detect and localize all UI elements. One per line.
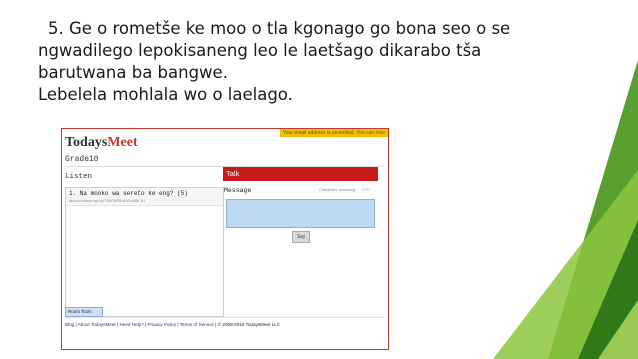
footer-copyright: © 2008-2015 TodaysMeet LLC — [217, 322, 281, 327]
footer-separator: | — [177, 322, 179, 327]
footer-separator: | — [215, 322, 217, 327]
message-input[interactable] — [226, 199, 375, 228]
slide-instruction-text: 5. Ge o rometše ke moo o tla kgonago go … — [38, 18, 558, 106]
instruction-line-2: ngwadilego lepokisaneng leo le laetšago … — [38, 41, 482, 60]
instruction-line-1: 5. Ge o rometše ke moo o tla kgonago go … — [48, 19, 511, 38]
room-tools-button[interactable]: Room Tools — [65, 307, 103, 317]
footer-divider — [65, 317, 385, 318]
logo-text-meet: Meet — [107, 135, 138, 150]
footer-link-blog[interactable]: Blog — [65, 322, 74, 327]
todaysmeet-screenshot: Your email address is unverified. You ca… — [61, 128, 389, 350]
room-tools-label: Room Tools — [68, 309, 92, 314]
room-name: Grade10 — [65, 155, 99, 164]
footer-separator: | — [116, 322, 119, 327]
instruction-line-3: barutwana ba bangwe. — [38, 63, 228, 82]
footer-link-about[interactable]: About TodaysMeet — [78, 322, 116, 327]
unverified-email-banner[interactable]: Your email address is unverified. You ca… — [279, 129, 388, 137]
talk-header: Talk — [223, 167, 378, 181]
footer-link-privacy[interactable]: Privacy Policy — [147, 322, 176, 327]
instruction-line-4: Lebelela mohlala wo o laelago. — [38, 85, 293, 104]
logo-text-todays: Todays — [65, 135, 108, 150]
footer-separator: | — [75, 322, 77, 327]
listen-message-list[interactable]: 1. Na mooko wa sereto ke eng? (5) about … — [65, 187, 224, 317]
todaysmeet-logo[interactable]: TodaysMeet — [65, 135, 138, 151]
characters-remaining-count: 140 — [362, 187, 370, 192]
message-text: 1. Na mooko wa sereto ke eng? (5) — [69, 190, 188, 197]
listen-heading: Listen — [65, 173, 93, 181]
message-meta: about a minute ago by TEACHER-MACHABE RJ — [69, 199, 145, 203]
say-button[interactable]: Say — [292, 231, 310, 243]
footer-links: Blog | About TodaysMeet | Need Help? | P… — [65, 322, 280, 327]
footer-link-terms[interactable]: Terms of Service — [180, 322, 214, 327]
characters-remaining-label: Characters remaining: — [319, 188, 357, 192]
footer-link-help[interactable]: Need Help? — [119, 322, 143, 327]
list-item: 1. Na mooko wa sereto ke eng? (5) about … — [66, 188, 223, 206]
message-label: Message — [224, 187, 252, 194]
